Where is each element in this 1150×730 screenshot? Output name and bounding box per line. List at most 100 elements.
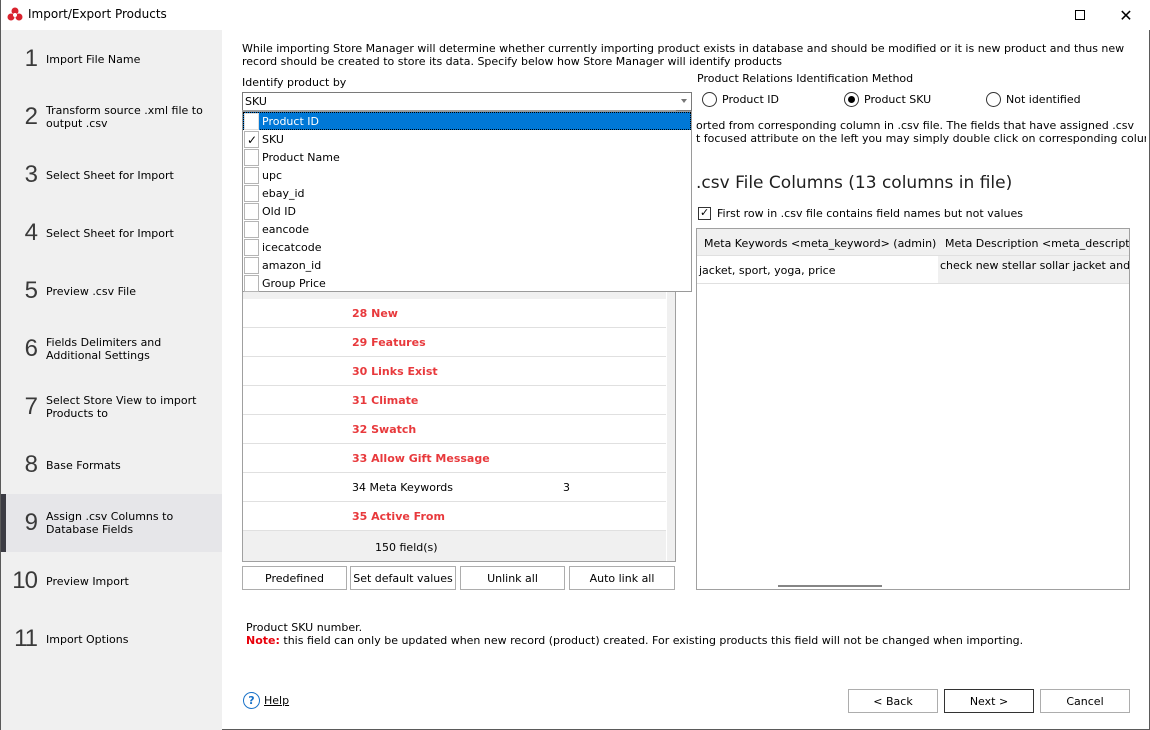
- next-button[interactable]: Next >: [944, 689, 1034, 713]
- option-checkbox[interactable]: [244, 220, 259, 238]
- option-checkbox[interactable]: [244, 130, 259, 148]
- step-label: Transform source .xml file to output .cs…: [46, 104, 203, 130]
- wizard-step-2[interactable]: 2 Transform source .xml file to output .c…: [1, 88, 222, 146]
- window-title: Import/Export Products: [28, 7, 167, 21]
- auto-link-all-button[interactable]: Auto link all: [569, 566, 675, 590]
- wizard-step-4[interactable]: 4 Select Sheet for Import: [1, 204, 222, 262]
- dropdown-option[interactable]: Product Name: [243, 148, 691, 166]
- option-label: eancode: [262, 222, 310, 236]
- field-row[interactable]: 28 New: [243, 299, 667, 328]
- wizard-step-9[interactable]: 9 Assign .csv Columns to Database Fields: [1, 494, 222, 552]
- dropdown-option[interactable]: SKU: [243, 130, 691, 148]
- close-button[interactable]: ✕: [1103, 0, 1149, 30]
- wizard-step-11[interactable]: 11 Import Options: [1, 610, 222, 668]
- csv-cell[interactable]: jacket, sport, yoga, price: [697, 256, 938, 283]
- option-checkbox[interactable]: [244, 238, 259, 256]
- field-row[interactable]: 34 Meta Keywords 3: [243, 473, 667, 502]
- radio-label: Product ID: [722, 93, 779, 106]
- wizard-step-6[interactable]: 6 Fields Delimiters and Additional Settin…: [1, 320, 222, 378]
- csv-columns-grid[interactable]: Meta Keywords <meta_keyword> (admin) (3)…: [696, 228, 1130, 590]
- field-name: 29 Features: [352, 336, 426, 349]
- radio-circle[interactable]: [986, 92, 1001, 107]
- field-help-text: Product SKU number. Note: this field can…: [246, 621, 1023, 647]
- relations-method-label: Product Relations Identification Method: [697, 72, 914, 85]
- step-number: 3: [24, 161, 38, 188]
- field-row[interactable]: 31 Climate: [243, 386, 667, 415]
- step-number: 8: [24, 451, 38, 478]
- option-checkbox[interactable]: [244, 148, 259, 166]
- wizard-step-7[interactable]: 7 Select Store View to import Products to: [1, 378, 222, 436]
- wizard-step-8[interactable]: 8 Base Formats: [1, 436, 222, 494]
- close-icon: ✕: [1119, 5, 1133, 25]
- radio-circle[interactable]: [844, 92, 859, 107]
- assign-description-line: orted from corresponding column in .csv …: [696, 119, 1134, 132]
- field-row[interactable]: 35 Active From: [243, 502, 667, 531]
- radio-circle[interactable]: [702, 92, 717, 107]
- radio-not-identified[interactable]: Not identified: [986, 92, 1081, 107]
- dropdown-option[interactable]: Group Price: [243, 274, 691, 292]
- assign-description: orted from corresponding column in .csv …: [696, 119, 1146, 145]
- dropdown-option[interactable]: upc: [243, 166, 691, 184]
- option-checkbox[interactable]: [244, 166, 259, 184]
- set-default-values-button[interactable]: Set default values: [350, 566, 456, 590]
- dropdown-option[interactable]: Product ID: [243, 112, 691, 130]
- option-label: SKU: [262, 132, 284, 146]
- option-checkbox[interactable]: [244, 256, 259, 274]
- wizard-step-5[interactable]: 5 Preview .csv File: [1, 262, 222, 320]
- field-list: 28 New 29 Features 30 Links Exist 31 Cli…: [243, 299, 667, 531]
- step-number: 10: [12, 567, 38, 594]
- option-checkbox[interactable]: [244, 112, 259, 130]
- field-row[interactable]: 29 Features: [243, 328, 667, 357]
- identify-product-dropdown: Product ID SKU Product Name upc ebay_id …: [242, 111, 692, 292]
- field-name: 31 Climate: [352, 394, 419, 407]
- step-label: Assign .csv Columns to Database Fields: [46, 510, 174, 536]
- dropdown-option[interactable]: icecatcode: [243, 238, 691, 256]
- help-link[interactable]: ? Help: [243, 692, 289, 709]
- option-label: Group Price: [262, 276, 326, 290]
- step-number: 11: [14, 625, 38, 652]
- dropdown-option[interactable]: eancode: [243, 220, 691, 238]
- csv-column-header[interactable]: Meta Description <meta_description: [938, 229, 1129, 255]
- cancel-button[interactable]: Cancel: [1040, 689, 1130, 713]
- field-row[interactable]: 33 Allow Gift Message: [243, 444, 667, 473]
- predefined-button[interactable]: Predefined: [242, 566, 347, 590]
- radio-product-sku[interactable]: Product SKU: [844, 92, 931, 107]
- identify-product-combo[interactable]: SKU: [242, 92, 692, 111]
- option-checkbox[interactable]: [244, 202, 259, 220]
- title-bar: Import/Export Products ✕: [1, 0, 1150, 30]
- step-label: Import File Name: [46, 52, 141, 66]
- radio-label: Product SKU: [864, 93, 932, 106]
- app-logo-icon: [7, 7, 23, 21]
- option-checkbox[interactable]: [244, 184, 259, 202]
- first-row-checkbox[interactable]: [698, 206, 711, 220]
- dropdown-option[interactable]: Old ID: [243, 202, 691, 220]
- field-description: Product SKU number.: [246, 621, 363, 634]
- dropdown-option[interactable]: ebay_id: [243, 184, 691, 202]
- first-row-field-names-option[interactable]: First row in .csv file contains field na…: [698, 206, 1023, 220]
- chevron-down-icon[interactable]: [681, 99, 687, 103]
- radio-product-id[interactable]: Product ID: [702, 92, 779, 107]
- csv-cell[interactable]: check new stellar sollar jacket and re: [938, 256, 1129, 283]
- maximize-button[interactable]: [1057, 0, 1103, 30]
- note-label: Note:: [246, 634, 280, 647]
- wizard-step-3[interactable]: 3 Select Sheet for Import: [1, 146, 222, 204]
- dropdown-option[interactable]: amazon_id: [243, 256, 691, 274]
- identify-product-value: SKU: [245, 95, 267, 108]
- field-note: Note: this field can only be updated whe…: [246, 634, 1023, 647]
- wizard-step-10[interactable]: 10 Preview Import: [1, 552, 222, 610]
- unlink-all-button[interactable]: Unlink all: [460, 566, 565, 590]
- field-row[interactable]: 30 Links Exist: [243, 357, 667, 386]
- back-button[interactable]: < Back: [848, 689, 938, 713]
- option-checkbox[interactable]: [244, 274, 259, 292]
- csv-data-row: jacket, sport, yoga, price check new ste…: [697, 256, 1129, 284]
- csv-column-header[interactable]: Meta Keywords <meta_keyword> (admin) (3): [697, 229, 938, 255]
- horizontal-scrollbar-thumb[interactable]: [778, 585, 882, 587]
- option-label: Product Name: [262, 150, 340, 164]
- step-content: While importing Store Manager will deter…: [222, 30, 1150, 729]
- option-label: icecatcode: [262, 240, 322, 254]
- import-export-window: Import/Export Products ✕ 1 Import File Na…: [0, 0, 1150, 730]
- field-row[interactable]: 32 Swatch: [243, 415, 667, 444]
- field-name: 32 Swatch: [352, 423, 417, 436]
- wizard-step-1[interactable]: 1 Import File Name: [1, 30, 222, 88]
- step-label: Base Formats: [46, 458, 121, 472]
